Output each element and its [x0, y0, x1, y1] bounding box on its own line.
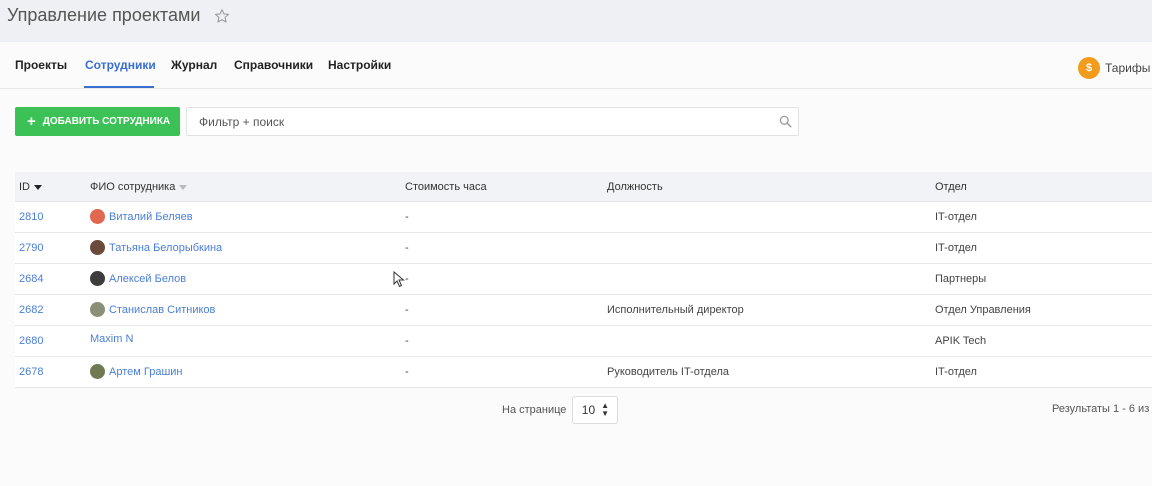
tab-employees[interactable]: Сотрудники [85, 58, 156, 72]
add-employee-button[interactable]: + ДОБАВИТЬ СОТРУДНИКА [15, 107, 180, 136]
table-row: 2810 Виталий Беляев - IT-отдел [15, 202, 1152, 233]
main-content: Проекты Сотрудники Журнал Справочники На… [0, 42, 1152, 486]
department: IT-отдел [935, 211, 977, 223]
tab-settings[interactable]: Настройки [328, 58, 391, 72]
employee-id-link[interactable]: 2684 [19, 273, 43, 285]
updown-icon: ▲ ▼ [601, 401, 610, 418]
employee-name-link[interactable]: Артем Грашин [90, 364, 182, 379]
table-header: ID ФИО сотрудника Стоимость часа Должнос… [15, 172, 1152, 202]
avatar [90, 240, 105, 255]
pagination: На странице 10 ▲ ▼ [502, 396, 619, 424]
hourly-cost: - [405, 366, 409, 378]
coin-icon: $ [1078, 57, 1100, 79]
search-icon[interactable] [779, 115, 792, 128]
table-row: 2682 Станислав Ситников - Исполнительный… [15, 295, 1152, 326]
tab-bar: Проекты Сотрудники Журнал Справочники На… [0, 42, 1152, 89]
hourly-cost: - [405, 242, 409, 254]
table-row: 2790 Татьяна Белорыбкина - IT-отдел [15, 233, 1152, 264]
hourly-cost: - [405, 211, 409, 223]
employee-id-link[interactable]: 2790 [19, 242, 43, 254]
column-department-header[interactable]: Отдел [935, 181, 967, 193]
add-employee-label: ДОБАВИТЬ СОТРУДНИКА [42, 116, 171, 127]
employee-name-link[interactable]: Maxim N [90, 333, 133, 345]
sort-icon [179, 184, 188, 190]
hourly-cost: - [405, 273, 409, 285]
top-bar: Управление проектами [0, 0, 1152, 42]
results-count: Результаты 1 - 6 из 6 [1052, 403, 1152, 415]
avatar [90, 364, 105, 379]
department: APIK Tech [935, 335, 987, 347]
table-row: 2678 Артем Грашин - Руководитель IT-отде… [15, 357, 1152, 388]
department: IT-отдел [935, 366, 977, 378]
tariffs-label: Тарифы [1105, 61, 1151, 75]
avatar [90, 302, 105, 317]
column-id-header[interactable]: ID [19, 181, 42, 193]
hourly-cost: - [405, 335, 409, 347]
plus-icon: + [27, 113, 36, 130]
page-title: Управление проектами [7, 5, 201, 25]
hourly-cost: - [405, 304, 409, 316]
employee-name-link[interactable]: Татьяна Белорыбкина [90, 240, 222, 255]
per-page-select[interactable]: 10 ▲ ▼ [572, 396, 619, 424]
column-name-header[interactable]: ФИО сотрудника [90, 181, 188, 193]
column-cost-header[interactable]: Стоимость часа [405, 181, 487, 193]
per-page-label: На странице [502, 404, 567, 416]
table-row: 2680 Maxim N - APIK Tech [15, 326, 1152, 357]
department: Отдел Управления [935, 304, 1031, 316]
table-row: 2684 Алексей Белов - Партнеры [15, 264, 1152, 295]
active-tab-indicator [84, 86, 154, 88]
tab-journal[interactable]: Журнал [171, 58, 217, 72]
star-icon[interactable] [214, 8, 230, 24]
sort-desc-icon [34, 184, 42, 190]
search-input[interactable] [187, 108, 767, 135]
avatar [90, 271, 105, 286]
tariffs-button[interactable]: $ Тарифы [1078, 57, 1150, 79]
tab-projects[interactable]: Проекты [15, 58, 67, 72]
employee-id-link[interactable]: 2680 [19, 335, 43, 347]
employee-name-link[interactable]: Станислав Ситников [90, 302, 215, 317]
employee-name-link[interactable]: Алексей Белов [90, 271, 186, 286]
employee-id-link[interactable]: 2682 [19, 304, 43, 316]
employee-id-link[interactable]: 2678 [19, 366, 43, 378]
mouse-cursor-icon [393, 271, 405, 288]
employee-name-link[interactable]: Виталий Беляев [90, 209, 193, 224]
avatar [90, 209, 105, 224]
department: Партнеры [935, 273, 987, 285]
position: Руководитель IT-отдела [607, 366, 730, 378]
column-position-header[interactable]: Должность [607, 181, 663, 193]
tab-directories[interactable]: Справочники [234, 58, 313, 72]
employee-id-link[interactable]: 2810 [19, 211, 43, 223]
position: Исполнительный директор [607, 304, 744, 316]
search-box [186, 107, 799, 136]
employees-table: ID ФИО сотрудника Стоимость часа Должнос… [15, 172, 1152, 388]
department: IT-отдел [935, 242, 977, 254]
